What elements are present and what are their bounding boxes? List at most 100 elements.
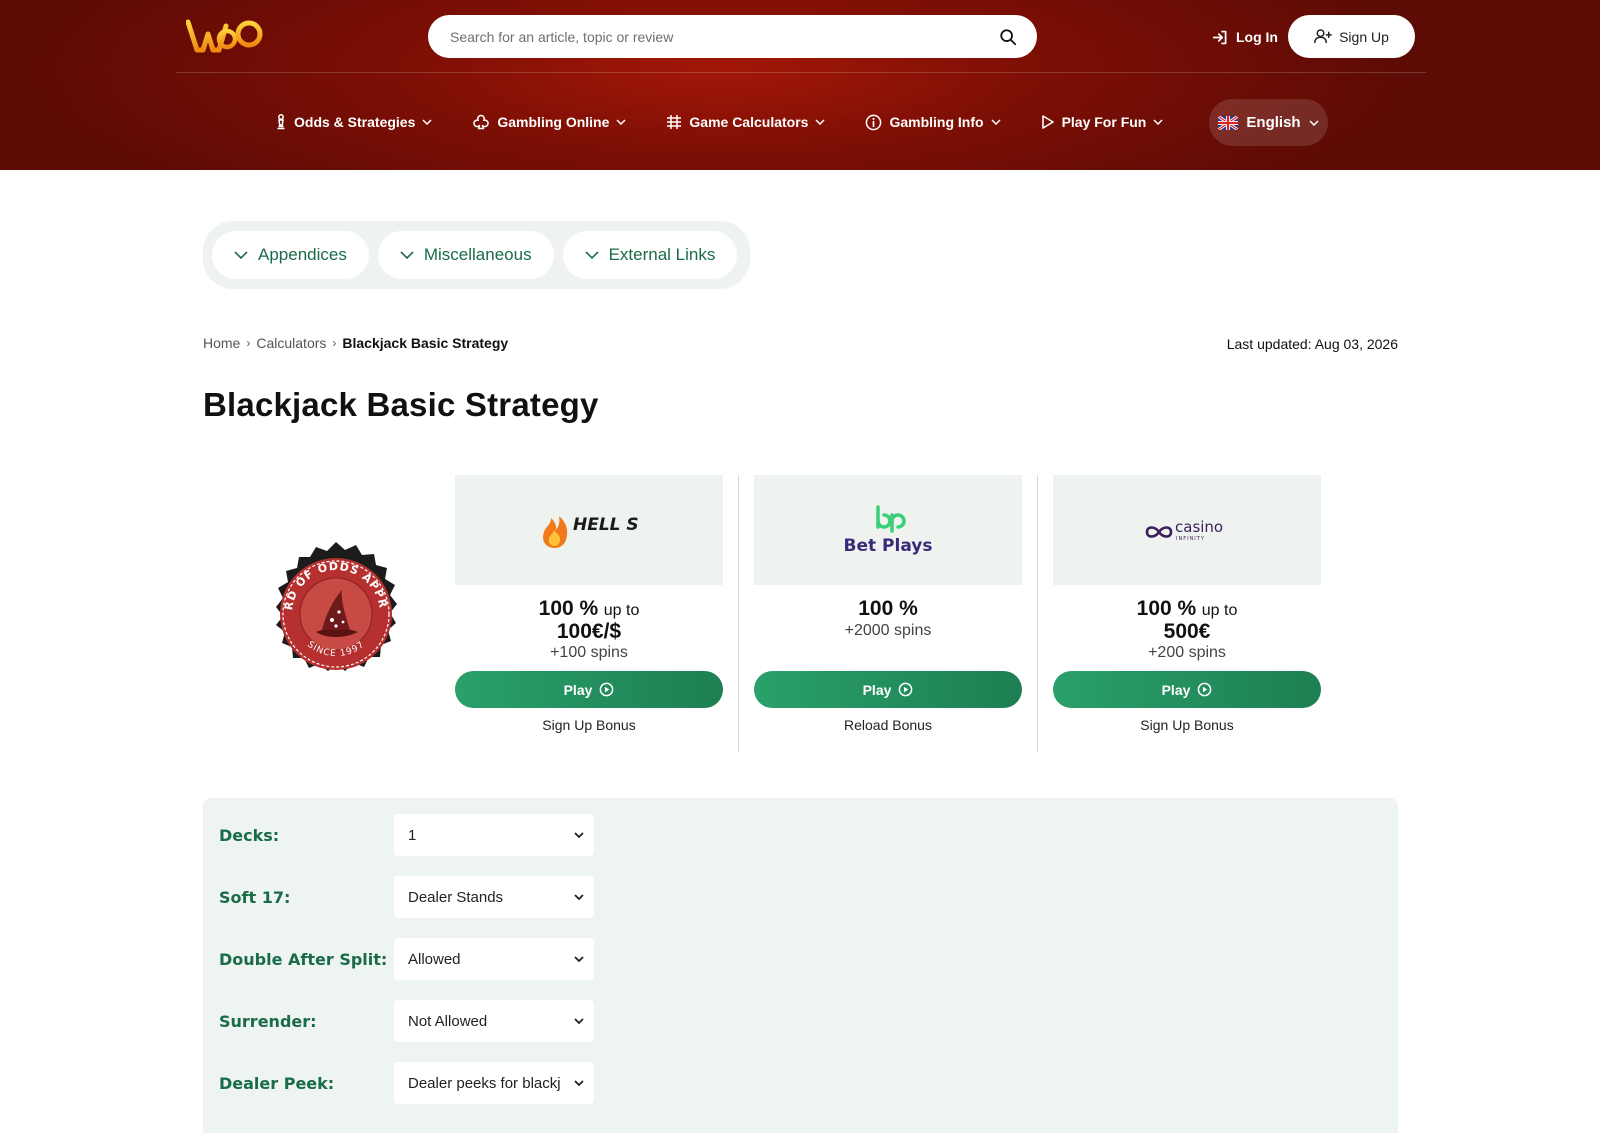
breadcrumb-home[interactable]: Home: [203, 335, 240, 351]
info-circle-icon: [866, 114, 882, 130]
bonus-type: Sign Up Bonus: [1140, 717, 1234, 733]
decks-select[interactable]: 1: [394, 814, 594, 856]
casino-logo-box[interactable]: casino INFINITY: [1053, 475, 1321, 585]
breadcrumb-calculators[interactable]: Calculators: [256, 335, 326, 351]
login-button[interactable]: Log In: [1212, 24, 1278, 50]
bonus-spins: +200 spins: [1148, 644, 1226, 661]
nav-gambling-online[interactable]: Gambling Online: [472, 114, 626, 130]
search-input[interactable]: [450, 28, 999, 45]
signup-button[interactable]: Sign Up: [1288, 15, 1415, 58]
setting-label: Dealer Peek:: [219, 1073, 335, 1093]
language-label: English: [1246, 114, 1301, 131]
chevron-down-icon: [574, 894, 584, 900]
pill-label: Miscellaneous: [423, 245, 532, 264]
bonus-amount: 500€: [1163, 620, 1211, 643]
pill-label: Appendices: [258, 245, 347, 264]
casino-card-hellspin: HELL SPIN 100 % up to 100€/$ +100 spins …: [455, 475, 723, 752]
chess-pawn-icon: [277, 114, 285, 130]
add-user-icon: [1314, 29, 1333, 44]
play-label: Play: [563, 681, 593, 698]
play-label: Play: [1161, 681, 1191, 698]
pill-external-links[interactable]: External Links: [562, 231, 738, 279]
setting-label: Surrender:: [219, 1011, 317, 1031]
bonus-spins: +100 spins: [550, 644, 628, 661]
strategy-settings-panel: Decks: 1 Soft 17: Dealer Stands Double A…: [203, 798, 1398, 1133]
svg-text:casino: casino: [1175, 518, 1223, 536]
casino-infinity-logo: casino INFINITY: [1145, 518, 1223, 542]
chevron-down-icon: [991, 119, 1001, 125]
chevron-down-icon: [574, 832, 584, 838]
breadcrumb: Home › Calculators › Blackjack Basic Str…: [203, 335, 508, 351]
play-circle-icon: [1198, 682, 1212, 697]
chevron-down-icon: [574, 956, 584, 962]
nav-game-calculators[interactable]: Game Calculators: [666, 114, 825, 130]
surrender-select[interactable]: Not Allowed: [394, 1000, 594, 1042]
setting-row-soft17: Soft 17: Dealer Stands: [219, 876, 594, 918]
bonus-type: Sign Up Bonus: [542, 717, 636, 733]
nav-play-for-fun[interactable]: Play For Fun: [1041, 114, 1164, 130]
chevron-down-icon: [574, 1018, 584, 1024]
club-icon: [473, 114, 490, 130]
dealer-peek-select[interactable]: Dealer peeks for blackj: [394, 1062, 594, 1104]
search-bar[interactable]: [428, 15, 1037, 58]
play-triangle-icon: [1041, 115, 1054, 129]
bonus-headline: 100 %: [858, 597, 918, 620]
casino-card-casino-infinity: casino INFINITY 100 % up to 500€ +200 sp…: [1053, 475, 1321, 752]
play-button[interactable]: Play: [455, 671, 723, 708]
bonus-headline: 100 % up to: [538, 597, 640, 620]
chevron-down-icon: [585, 251, 599, 259]
login-icon: [1212, 30, 1227, 44]
main-nav: Odds & Strategies Gambling Online Game C…: [275, 108, 1203, 136]
hellspin-logo: HELL SPIN: [543, 515, 639, 548]
nav-label: Play For Fun: [1061, 114, 1147, 130]
play-circle-icon: [600, 682, 614, 697]
casino-logo-box[interactable]: Bet Plays: [754, 475, 1022, 585]
nav-gambling-info[interactable]: Gambling Info: [865, 114, 1001, 131]
svg-text:INFINITY: INFINITY: [1176, 536, 1205, 542]
login-label: Log In: [1236, 29, 1278, 45]
bonus-type: Reload Bonus: [844, 717, 932, 733]
chevron-down-icon: [815, 119, 825, 125]
chevron-down-icon: [574, 1080, 584, 1086]
section-pills: Appendices Miscellaneous External Links: [203, 221, 750, 289]
double-after-split-select[interactable]: Allowed: [394, 938, 594, 980]
select-value: Dealer peeks for blackj: [408, 1074, 561, 1092]
chevron-down-icon: [1309, 119, 1319, 126]
bonus-headline: 100 % up to: [1136, 597, 1238, 620]
breadcrumb-current: Blackjack Basic Strategy: [342, 335, 509, 351]
svg-text:Bet Plays: Bet Plays: [844, 536, 933, 556]
pill-miscellaneous[interactable]: Miscellaneous: [377, 231, 554, 279]
setting-row-dealer-peek: Dealer Peek: Dealer peeks for blackj: [219, 1062, 594, 1104]
setting-label: Double After Split:: [219, 949, 388, 969]
woo-logo[interactable]: [186, 14, 264, 56]
uk-flag-icon: [1218, 115, 1239, 130]
play-button[interactable]: Play: [1053, 671, 1321, 708]
select-value: Not Allowed: [408, 1012, 488, 1030]
breadcrumb-separator: ›: [246, 336, 251, 350]
nav-label: Odds & Strategies: [294, 114, 416, 130]
select-value: Dealer Stands: [408, 888, 504, 906]
wizard-approved-badge: WIZARD OF ODDS APPROVED SINCE 1997: [262, 540, 397, 671]
casino-logo-box[interactable]: HELL SPIN: [455, 475, 723, 585]
header-divider: [176, 72, 1426, 73]
page-title: Blackjack Basic Strategy: [203, 386, 599, 423]
betplays-logo: Bet Plays: [844, 505, 933, 556]
card-divider: [1037, 475, 1038, 752]
casino-card-betplays: Bet Plays 100 % +2000 spins Play Reload …: [754, 475, 1022, 752]
nav-label: Gambling Online: [497, 114, 610, 130]
setting-row-decks: Decks: 1: [219, 814, 594, 856]
search-icon[interactable]: [999, 28, 1017, 46]
pill-appendices[interactable]: Appendices: [212, 231, 369, 279]
language-selector[interactable]: English: [1209, 99, 1328, 146]
chevron-down-icon: [616, 119, 626, 125]
play-button[interactable]: Play: [754, 671, 1022, 708]
card-divider: [738, 475, 739, 752]
nav-odds-strategies[interactable]: Odds & Strategies: [275, 114, 432, 130]
bonus-spins: +2000 spins: [844, 622, 932, 639]
select-value: 1: [408, 826, 417, 844]
signup-label: Sign Up: [1339, 28, 1389, 45]
bonus-amount: 100€/$: [556, 620, 622, 643]
last-updated: Last updated: Aug 03, 2026: [1226, 336, 1398, 352]
soft17-select[interactable]: Dealer Stands: [394, 876, 594, 918]
setting-row-das: Double After Split: Allowed: [219, 938, 594, 980]
